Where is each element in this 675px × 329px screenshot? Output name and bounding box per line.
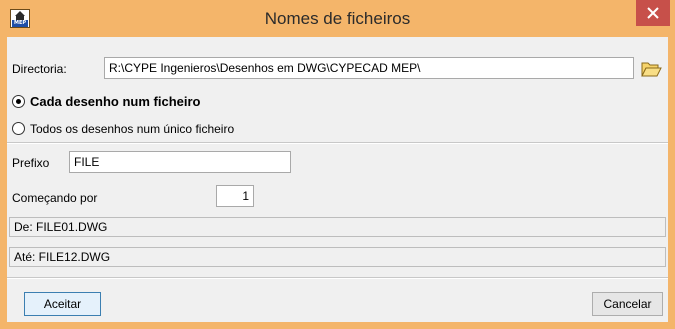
radio-single-file[interactable] [12, 122, 25, 135]
radio-each-drawing-label[interactable]: Cada desenho num ficheiro [30, 94, 200, 109]
close-button[interactable] [636, 0, 670, 26]
separator [7, 277, 668, 279]
range-from-display: De: FILE01.DWG [9, 217, 666, 237]
separator [7, 142, 668, 144]
accept-button[interactable]: Aceitar [24, 292, 101, 316]
radio-single-file-label[interactable]: Todos os desenhos num único ficheiro [30, 122, 234, 136]
start-label: Começando por [12, 191, 98, 205]
radio-each-drawing[interactable] [12, 95, 25, 108]
dialog-body: Directoria: R:\CYPE Ingenieros\Desenhos … [7, 37, 668, 322]
directory-input[interactable]: R:\CYPE Ingenieros\Desenhos em DWG\CYPEC… [104, 57, 634, 79]
cancel-button[interactable]: Cancelar [592, 292, 663, 316]
dialog-window: MEP Nomes de ficheiros Directoria: R:\CY… [0, 0, 675, 329]
prefix-input[interactable]: FILE [69, 151, 291, 173]
title-bar[interactable]: MEP Nomes de ficheiros [0, 0, 675, 37]
dialog-title: Nomes de ficheiros [264, 9, 411, 28]
browse-folder-button[interactable] [639, 57, 663, 79]
prefix-label: Prefixo [12, 156, 50, 170]
close-icon [647, 7, 659, 19]
folder-open-icon [641, 62, 662, 77]
directory-label: Directoria: [12, 62, 67, 76]
range-to-display: Até: FILE12.DWG [9, 247, 666, 267]
start-number-input[interactable]: 1 [216, 185, 254, 207]
